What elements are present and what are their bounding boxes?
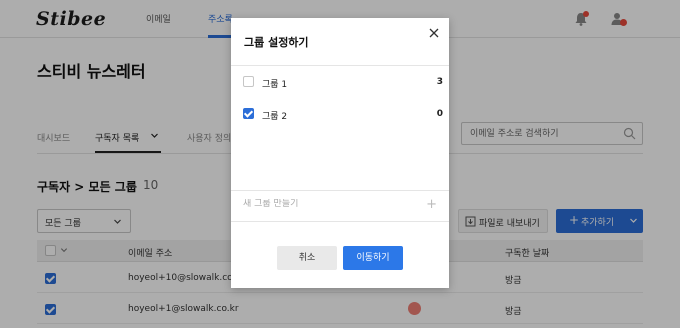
group-name: 그룹 2 xyxy=(262,112,288,122)
move-button[interactable]: 이동하기 xyxy=(343,246,403,270)
cancel-button[interactable]: 취소 xyxy=(277,246,337,270)
group-count: 0 xyxy=(436,109,443,119)
group-checkbox[interactable] xyxy=(243,108,254,119)
new-group-input[interactable] xyxy=(243,199,413,209)
group-name: 그룹 1 xyxy=(262,80,288,90)
new-group-row: + xyxy=(231,192,449,222)
plus-icon[interactable]: + xyxy=(426,198,437,211)
group-settings-modal: 그룹 설정하기 그룹 1 3 그룹 2 0 + 취소 이동하기 xyxy=(231,18,449,288)
group-checkbox[interactable] xyxy=(243,76,254,87)
modal-header-divider xyxy=(231,65,449,66)
modal-list-divider xyxy=(231,190,449,191)
close-icon[interactable] xyxy=(427,26,441,40)
group-option[interactable]: 그룹 2 0 xyxy=(231,104,449,124)
modal-title: 그룹 설정하기 xyxy=(244,36,309,49)
modal-footer-divider xyxy=(231,221,449,222)
group-count: 3 xyxy=(436,77,443,87)
group-option[interactable]: 그룹 1 3 xyxy=(231,72,449,92)
